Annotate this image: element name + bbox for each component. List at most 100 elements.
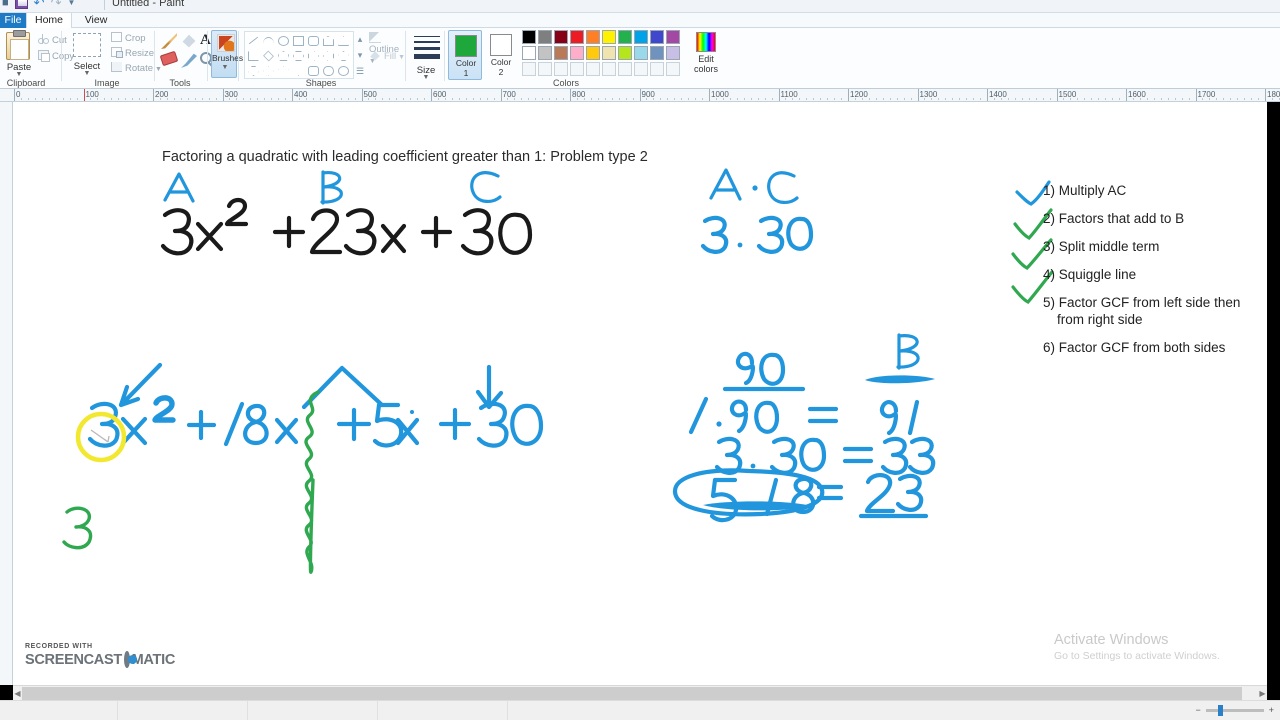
zoom-controls[interactable]: − + — [1195, 704, 1274, 716]
scroll-right-icon[interactable]: ▶ — [1258, 687, 1267, 700]
ruler-minor-tick — [20, 98, 22, 100]
palette-swatch-1-2[interactable] — [538, 30, 552, 44]
ruler-minor-tick — [507, 98, 509, 100]
shape-pentagon[interactable] — [277, 49, 291, 63]
palette-swatch-2-3[interactable] — [554, 46, 568, 60]
color-1-button[interactable]: Color 1 — [448, 30, 482, 80]
shape-polygon[interactable] — [322, 34, 336, 48]
color-picker-icon[interactable] — [181, 53, 197, 68]
ruler-minor-tick — [1021, 98, 1023, 100]
palette-swatch-3-1[interactable] — [522, 62, 536, 76]
shape-line[interactable] — [247, 34, 261, 48]
paste-caret-icon[interactable]: ▼ — [0, 71, 38, 78]
shape-cloud-callout[interactable] — [337, 64, 351, 78]
shape-five-point-star[interactable] — [277, 64, 291, 78]
drawing-canvas[interactable]: Factoring a quadratic with leading coeff… — [13, 102, 1267, 685]
shape-curve[interactable] — [262, 34, 276, 48]
palette-swatch-1-6[interactable] — [602, 30, 616, 44]
shapes-expand-icon[interactable]: ☰ — [355, 63, 365, 79]
group-divider — [207, 31, 208, 81]
redo-icon[interactable]: ↷ — [51, 0, 62, 9]
palette-swatch-1-9[interactable] — [650, 30, 664, 44]
scroll-left-icon[interactable]: ◀ — [13, 687, 22, 700]
palette-swatch-3-6[interactable] — [602, 62, 616, 76]
shape-oval[interactable] — [277, 34, 291, 48]
palette-swatch-1-8[interactable] — [634, 30, 648, 44]
shapes-scroll-down-icon[interactable]: ▾ — [355, 47, 365, 63]
ruler-minor-tick — [653, 98, 655, 100]
shape-fill-button[interactable]: Fill ▼ — [369, 50, 405, 62]
crop-button[interactable]: Crop — [111, 32, 146, 44]
shape-triangle[interactable] — [337, 34, 351, 48]
zoom-out-icon[interactable]: − — [1195, 705, 1200, 715]
zoom-slider[interactable] — [1205, 704, 1264, 716]
shape-up-arrow[interactable] — [337, 49, 351, 63]
fill-icon[interactable] — [182, 34, 196, 48]
tab-home[interactable]: Home — [26, 13, 72, 28]
palette-swatch-2-8[interactable] — [634, 46, 648, 60]
color-2-button[interactable]: Color 2 — [484, 30, 518, 80]
zoom-slider-thumb[interactable] — [1217, 704, 1223, 716]
shape-rounded-rectangle[interactable] — [307, 34, 321, 48]
palette-swatch-3-4[interactable] — [570, 62, 584, 76]
color-palette[interactable] — [522, 30, 681, 77]
palette-swatch-1-7[interactable] — [618, 30, 632, 44]
eraser-icon[interactable] — [159, 50, 179, 67]
shape-left-arrow[interactable] — [322, 49, 336, 63]
palette-swatch-3-2[interactable] — [538, 62, 552, 76]
tab-view[interactable]: View — [73, 13, 119, 28]
zoom-in-icon[interactable]: + — [1269, 705, 1274, 715]
shape-right-triangle[interactable] — [247, 49, 261, 63]
palette-swatch-1-1[interactable] — [522, 30, 536, 44]
select-caret-icon[interactable]: ▼ — [65, 70, 109, 77]
save-icon[interactable] — [14, 0, 28, 9]
palette-swatch-2-7[interactable] — [618, 46, 632, 60]
palette-swatch-1-10[interactable] — [666, 30, 680, 44]
shape-oval-callout[interactable] — [322, 64, 336, 78]
palette-swatch-1-4[interactable] — [570, 30, 584, 44]
pencil-icon[interactable] — [161, 33, 177, 49]
shape-rectangle[interactable] — [292, 34, 306, 48]
palette-swatch-3-9[interactable] — [650, 62, 664, 76]
shapes-scroll-controls[interactable]: ▴ ▾ ☰ — [355, 31, 365, 79]
palette-swatch-2-6[interactable] — [602, 46, 616, 60]
shape-rounded-callout[interactable] — [307, 64, 321, 78]
size-icon[interactable] — [414, 36, 440, 63]
palette-swatch-2-4[interactable] — [570, 46, 584, 60]
horizontal-scrollbar[interactable]: ◀ ▶ — [13, 685, 1267, 700]
customize-qat-caret-icon[interactable]: ▼ — [67, 0, 75, 9]
palette-swatch-2-1[interactable] — [522, 46, 536, 60]
shapes-scroll-up-icon[interactable]: ▴ — [355, 31, 365, 47]
shape-right-arrow[interactable] — [307, 49, 321, 63]
palette-swatch-1-5[interactable] — [586, 30, 600, 44]
tab-file[interactable]: File — [0, 13, 26, 28]
horizontal-scroll-thumb[interactable] — [22, 687, 1242, 700]
palette-swatch-3-3[interactable] — [554, 62, 568, 76]
select-icon[interactable] — [73, 33, 101, 57]
step-number: 3) — [1043, 239, 1056, 254]
paste-icon[interactable] — [6, 30, 30, 60]
shapes-gallery[interactable] — [244, 31, 354, 79]
shape-four-point-star[interactable] — [262, 64, 276, 78]
palette-swatch-3-8[interactable] — [634, 62, 648, 76]
palette-swatch-3-5[interactable] — [586, 62, 600, 76]
ruler-minor-tick — [368, 98, 370, 100]
palette-swatch-1-3[interactable] — [554, 30, 568, 44]
shape-hexagon[interactable] — [292, 49, 306, 63]
palette-swatch-2-2[interactable] — [538, 46, 552, 60]
shape-down-arrow[interactable] — [247, 64, 261, 78]
palette-swatch-2-9[interactable] — [650, 46, 664, 60]
quick-access-toolbar[interactable]: ■ ↶ ↷ ▼ — [2, 0, 75, 9]
palette-swatch-2-10[interactable] — [666, 46, 680, 60]
undo-icon[interactable]: ↶ — [34, 0, 45, 9]
brushes-caret-icon[interactable]: ▼ — [212, 64, 238, 71]
shape-six-point-star[interactable] — [292, 64, 306, 78]
palette-swatch-3-10[interactable] — [666, 62, 680, 76]
size-caret-icon[interactable]: ▼ — [407, 74, 445, 81]
ruler-minor-tick — [771, 98, 773, 100]
brushes-button[interactable]: Brushes ▼ — [211, 30, 243, 78]
palette-swatch-3-7[interactable] — [618, 62, 632, 76]
palette-swatch-2-5[interactable] — [586, 46, 600, 60]
shape-diamond[interactable] — [262, 49, 276, 63]
resize-button[interactable]: Resize — [111, 47, 154, 59]
